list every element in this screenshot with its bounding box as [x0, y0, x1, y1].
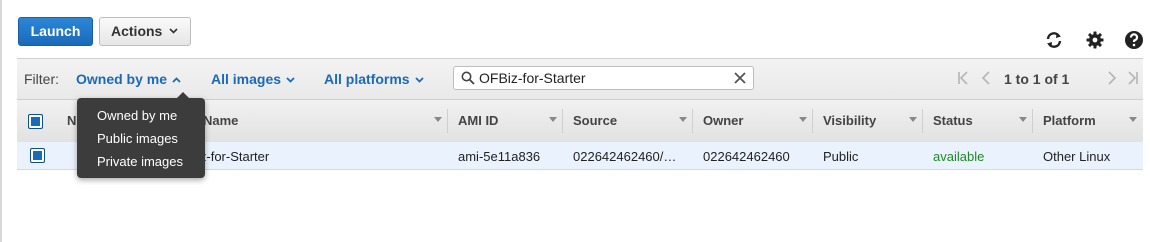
ownership-dropdown-menu: Owned by me Public images Private images	[77, 92, 205, 178]
image-type-filter[interactable]: All images	[211, 71, 295, 87]
column-visibility-label: Visibility	[823, 113, 877, 128]
first-page-icon[interactable]	[957, 71, 969, 85]
column-platform[interactable]: Platform	[1033, 100, 1143, 142]
ownership-filter[interactable]: Owned by me	[76, 71, 181, 87]
column-name-label: N	[67, 113, 77, 128]
sort-caret-icon[interactable]	[1129, 117, 1137, 122]
filter-label: Filter:	[24, 71, 59, 87]
cell-ami-id: ami-5e11a836	[458, 149, 541, 164]
column-visibility[interactable]: Visibility	[813, 100, 923, 142]
cell-owner: 022642462460	[703, 149, 790, 164]
column-ami-id[interactable]: AMI ID	[448, 100, 563, 142]
gear-icon[interactable]	[1085, 30, 1105, 50]
column-owner[interactable]: Owner	[693, 100, 813, 142]
column-ami-id-label: AMI ID	[458, 113, 499, 128]
chevron-down-icon	[286, 77, 295, 84]
select-all-checkbox[interactable]	[28, 114, 43, 129]
actions-label: Actions	[111, 23, 163, 39]
column-owner-label: Owner	[703, 113, 744, 128]
ownership-filter-label: Owned by me	[76, 71, 168, 87]
menu-item-public-images[interactable]: Public images	[97, 131, 178, 146]
platform-filter-label: All platforms	[324, 71, 410, 87]
chevron-up-icon	[172, 77, 181, 83]
pagination-text: 1 to 1 of 1	[1004, 71, 1070, 87]
platform-filter[interactable]: All platforms	[324, 71, 424, 87]
actions-button[interactable]: Actions	[99, 17, 191, 46]
cell-ami-name: iz-for-Starter	[197, 149, 270, 164]
search-input[interactable]	[479, 69, 727, 87]
pagination: 1 to 1 of 1	[957, 70, 1142, 90]
sort-caret-icon[interactable]	[549, 117, 557, 122]
sort-caret-icon[interactable]	[799, 117, 807, 122]
sort-caret-icon[interactable]	[1019, 117, 1027, 122]
cell-status: available	[933, 149, 985, 164]
menu-pointer	[177, 92, 189, 98]
chevron-down-icon	[414, 77, 424, 84]
clear-search-icon[interactable]	[734, 72, 746, 84]
cell-platform: Other Linux	[1043, 149, 1111, 164]
column-source[interactable]: Source	[563, 100, 693, 142]
column-status-label: Status	[933, 113, 973, 128]
column-ami-name[interactable]: Name	[188, 100, 448, 142]
menu-item-owned-by-me[interactable]: Owned by me	[97, 108, 177, 123]
help-icon[interactable]	[1124, 30, 1144, 50]
search-icon	[461, 71, 475, 85]
next-page-icon[interactable]	[1107, 71, 1117, 85]
refresh-icon[interactable]	[1044, 30, 1064, 50]
column-source-label: Source	[573, 113, 618, 128]
sort-caret-icon[interactable]	[909, 117, 917, 122]
chevron-down-icon	[169, 28, 178, 34]
row-checkbox[interactable]	[30, 148, 45, 163]
previous-page-icon[interactable]	[981, 71, 991, 85]
image-type-filter-label: All images	[211, 71, 282, 87]
column-platform-label: Platform	[1043, 113, 1096, 128]
column-ami-name-label: Name	[203, 113, 239, 128]
left-border	[0, 0, 2, 242]
sort-caret-icon[interactable]	[434, 117, 442, 122]
launch-button[interactable]: Launch	[18, 17, 93, 46]
column-status[interactable]: Status	[923, 100, 1033, 142]
cell-visibility: Public	[823, 149, 859, 164]
last-page-icon[interactable]	[1127, 71, 1139, 85]
menu-item-private-images[interactable]: Private images	[97, 154, 183, 169]
cell-source: 022642462460/…	[573, 149, 677, 164]
sort-caret-icon[interactable]	[679, 117, 687, 122]
search-box	[453, 66, 754, 90]
